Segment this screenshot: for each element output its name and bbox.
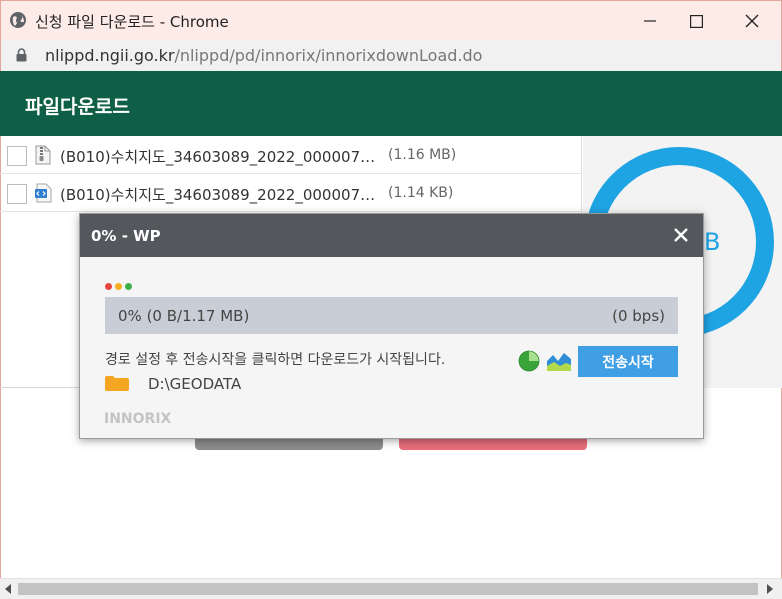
file-row[interactable]: (B010)수치지도_34603089_2022_000007… (1.16 M… xyxy=(0,136,582,174)
progress-speed: (0 bps) xyxy=(612,307,665,325)
folder-icon[interactable] xyxy=(105,376,129,391)
pie-chart-icon[interactable] xyxy=(518,350,540,372)
scroll-left-icon[interactable] xyxy=(4,584,12,594)
minimize-icon xyxy=(644,20,656,22)
address-bar[interactable]: nlippd.ngii.go.kr/nlippd/pd/innorix/inno… xyxy=(0,40,782,71)
dialog-title: 0% - WP xyxy=(91,227,161,245)
file-size: (1.16 MB) xyxy=(388,147,457,163)
app-header: 파일다운로드 xyxy=(0,71,782,136)
file-checkbox[interactable] xyxy=(7,184,27,204)
close-button[interactable] xyxy=(729,1,775,41)
file-checkbox[interactable] xyxy=(7,146,27,166)
maximize-icon xyxy=(689,14,703,28)
close-icon xyxy=(745,14,759,28)
start-transfer-button[interactable]: 전송시작 xyxy=(578,346,678,377)
file-size: (1.14 KB) xyxy=(388,185,454,201)
download-path: D:\GEODATA xyxy=(148,375,242,393)
close-icon[interactable] xyxy=(672,226,690,244)
horizontal-scrollbar[interactable] xyxy=(0,578,782,599)
file-name: (B010)수치지도_34603089_2022_000007… xyxy=(60,186,376,204)
url-domain: nlippd.ngii.go.kr xyxy=(45,46,175,65)
status-dots xyxy=(105,283,132,290)
hint-text: 경로 설정 후 전송시작을 클릭하면 다운로드가 시작됩니다. xyxy=(105,352,446,368)
page-title: 파일다운로드 xyxy=(25,96,130,118)
scrollbar-thumb[interactable] xyxy=(18,583,758,595)
scroll-right-icon[interactable] xyxy=(766,584,774,594)
lock-icon xyxy=(16,48,27,62)
area-chart-icon[interactable] xyxy=(547,351,571,371)
download-dialog: 0% - WP 0% (0 B/1.17 MB) (0 bps) 경로 설정 후… xyxy=(79,213,704,439)
zip-file-icon xyxy=(35,145,51,165)
url-text: nlippd.ngii.go.kr/nlippd/pd/innorix/inno… xyxy=(45,46,482,65)
progress-bar: 0% (0 B/1.17 MB) (0 bps) xyxy=(105,297,678,334)
status-dot-yellow xyxy=(115,283,122,290)
url-path: /nlippd/pd/innorix/innorixdownLoad.do xyxy=(174,46,483,65)
globe-icon xyxy=(10,12,26,28)
window-titlebar: 신청 파일 다운로드 - Chrome xyxy=(0,0,782,40)
dialog-header: 0% - WP xyxy=(80,214,703,257)
summary-ring-text: B xyxy=(704,228,720,256)
file-name: (B010)수치지도_34603089_2022_000007… xyxy=(60,148,376,166)
status-dot-green xyxy=(125,283,132,290)
minimize-button[interactable] xyxy=(627,1,673,41)
maximize-button[interactable] xyxy=(673,1,719,41)
brand-label: INNORIX xyxy=(104,411,172,427)
progress-text: 0% (0 B/1.17 MB) xyxy=(118,307,250,325)
window-title: 신청 파일 다운로드 - Chrome xyxy=(35,13,229,31)
code-file-icon xyxy=(35,183,52,203)
status-dot-red xyxy=(105,283,112,290)
file-row[interactable]: (B010)수치지도_34603089_2022_000007… (1.14 K… xyxy=(0,174,582,212)
